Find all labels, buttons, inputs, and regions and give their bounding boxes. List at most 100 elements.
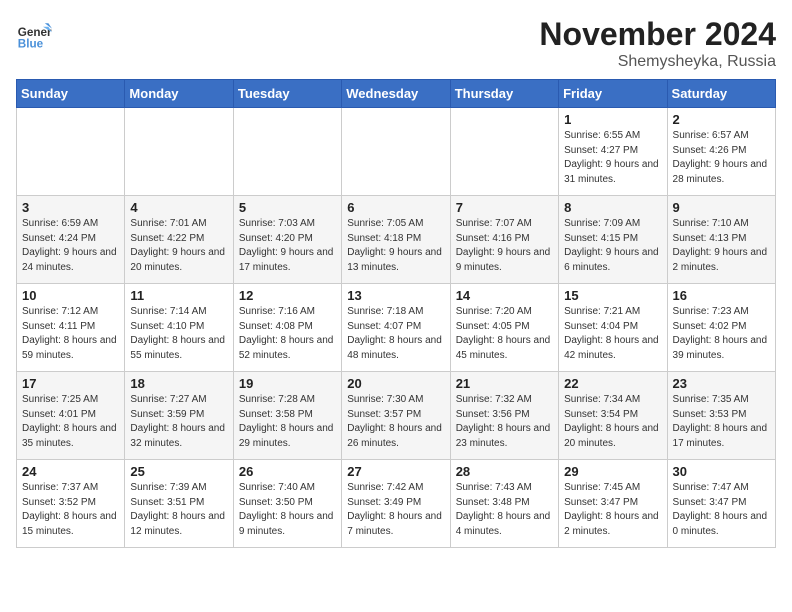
day-info: Sunrise: 7:18 AM Sunset: 4:07 PM Dayligh… [347, 305, 444, 363]
day-header-monday: Monday [125, 80, 233, 108]
day-number: 9 [673, 200, 770, 215]
calendar-cell: 5 Sunrise: 7:03 AM Sunset: 4:20 PM Daylig… [233, 196, 341, 284]
day-header-sunday: Sunday [17, 80, 125, 108]
day-info: Sunrise: 7:23 AM Sunset: 4:02 PM Dayligh… [673, 305, 770, 363]
calendar-cell: 28 Sunrise: 7:43 AM Sunset: 3:48 PM Dayli… [450, 460, 558, 548]
day-info: Sunrise: 7:16 AM Sunset: 4:08 PM Dayligh… [239, 305, 336, 363]
week-row-5: 24 Sunrise: 7:37 AM Sunset: 3:52 PM Dayli… [17, 460, 776, 548]
location-subtitle: Shemysheyka, Russia [539, 53, 776, 71]
day-info: Sunrise: 7:35 AM Sunset: 3:53 PM Dayligh… [673, 393, 770, 451]
day-info: Sunrise: 7:14 AM Sunset: 4:10 PM Dayligh… [130, 305, 227, 363]
day-info: Sunrise: 7:47 AM Sunset: 3:47 PM Dayligh… [673, 481, 770, 539]
calendar-cell: 12 Sunrise: 7:16 AM Sunset: 4:08 PM Dayli… [233, 284, 341, 372]
day-number: 12 [239, 288, 336, 303]
day-info: Sunrise: 7:43 AM Sunset: 3:48 PM Dayligh… [456, 481, 553, 539]
title-block: November 2024 Shemysheyka, Russia [539, 16, 776, 71]
day-info: Sunrise: 7:34 AM Sunset: 3:54 PM Dayligh… [564, 393, 661, 451]
day-info: Sunrise: 7:01 AM Sunset: 4:22 PM Dayligh… [130, 217, 227, 275]
day-info: Sunrise: 7:28 AM Sunset: 3:58 PM Dayligh… [239, 393, 336, 451]
day-info: Sunrise: 7:05 AM Sunset: 4:18 PM Dayligh… [347, 217, 444, 275]
day-number: 15 [564, 288, 661, 303]
day-number: 18 [130, 376, 227, 391]
day-info: Sunrise: 7:37 AM Sunset: 3:52 PM Dayligh… [22, 481, 119, 539]
calendar-cell [450, 108, 558, 196]
week-row-2: 3 Sunrise: 6:59 AM Sunset: 4:24 PM Daylig… [17, 196, 776, 284]
day-info: Sunrise: 7:39 AM Sunset: 3:51 PM Dayligh… [130, 481, 227, 539]
day-header-thursday: Thursday [450, 80, 558, 108]
day-number: 7 [456, 200, 553, 215]
day-number: 19 [239, 376, 336, 391]
day-number: 5 [239, 200, 336, 215]
day-info: Sunrise: 7:42 AM Sunset: 3:49 PM Dayligh… [347, 481, 444, 539]
day-number: 20 [347, 376, 444, 391]
calendar-cell: 17Sunrise: 7:25 AM Sunset: 4:01 PM Dayli… [17, 372, 125, 460]
day-number: 11 [130, 288, 227, 303]
day-number: 6 [347, 200, 444, 215]
calendar-cell: 14Sunrise: 7:20 AM Sunset: 4:05 PM Dayli… [450, 284, 558, 372]
calendar-cell: 1 Sunrise: 6:55 AM Sunset: 4:27 PM Daylig… [559, 108, 667, 196]
day-info: Sunrise: 7:25 AM Sunset: 4:01 PM Dayligh… [22, 393, 119, 451]
calendar-cell: 26 Sunrise: 7:40 AM Sunset: 3:50 PM Dayli… [233, 460, 341, 548]
day-number: 3 [22, 200, 119, 215]
calendar-cell: 6 Sunrise: 7:05 AM Sunset: 4:18 PM Daylig… [342, 196, 450, 284]
day-number: 27 [347, 464, 444, 479]
day-number: 26 [239, 464, 336, 479]
calendar-cell: 8Sunrise: 7:09 AM Sunset: 4:15 PM Daylig… [559, 196, 667, 284]
calendar-table: SundayMondayTuesdayWednesdayThursdayFrid… [16, 79, 776, 548]
day-number: 8 [564, 200, 661, 215]
day-number: 22 [564, 376, 661, 391]
day-number: 4 [130, 200, 227, 215]
calendar-cell: 27 Sunrise: 7:42 AM Sunset: 3:49 PM Dayli… [342, 460, 450, 548]
calendar-cell [17, 108, 125, 196]
day-info: Sunrise: 7:10 AM Sunset: 4:13 PM Dayligh… [673, 217, 770, 275]
day-info: Sunrise: 6:57 AM Sunset: 4:26 PM Dayligh… [673, 129, 770, 187]
day-header-tuesday: Tuesday [233, 80, 341, 108]
calendar-header: SundayMondayTuesdayWednesdayThursdayFrid… [17, 80, 776, 108]
day-number: 23 [673, 376, 770, 391]
calendar-cell: 21 Sunrise: 7:32 AM Sunset: 3:56 PM Dayli… [450, 372, 558, 460]
day-number: 1 [564, 112, 661, 127]
day-header-wednesday: Wednesday [342, 80, 450, 108]
calendar-cell: 15 Sunrise: 7:21 AM Sunset: 4:04 PM Dayli… [559, 284, 667, 372]
day-info: Sunrise: 7:45 AM Sunset: 3:47 PM Dayligh… [564, 481, 661, 539]
calendar-cell [125, 108, 233, 196]
day-info: Sunrise: 7:21 AM Sunset: 4:04 PM Dayligh… [564, 305, 661, 363]
month-title: November 2024 [539, 16, 776, 53]
day-number: 10 [22, 288, 119, 303]
calendar-cell: 19 Sunrise: 7:28 AM Sunset: 3:58 PM Dayli… [233, 372, 341, 460]
day-number: 28 [456, 464, 553, 479]
calendar-cell: 23 Sunrise: 7:35 AM Sunset: 3:53 PM Dayli… [667, 372, 775, 460]
calendar-cell: 24 Sunrise: 7:37 AM Sunset: 3:52 PM Dayli… [17, 460, 125, 548]
calendar-cell [342, 108, 450, 196]
logo: General Blue [16, 16, 52, 52]
day-number: 2 [673, 112, 770, 127]
day-number: 21 [456, 376, 553, 391]
day-info: Sunrise: 6:59 AM Sunset: 4:24 PM Dayligh… [22, 217, 119, 275]
day-header-saturday: Saturday [667, 80, 775, 108]
calendar-cell: 18 Sunrise: 7:27 AM Sunset: 3:59 PM Dayli… [125, 372, 233, 460]
day-info: Sunrise: 7:03 AM Sunset: 4:20 PM Dayligh… [239, 217, 336, 275]
calendar-cell: 2 Sunrise: 6:57 AM Sunset: 4:26 PM Daylig… [667, 108, 775, 196]
week-row-4: 17Sunrise: 7:25 AM Sunset: 4:01 PM Dayli… [17, 372, 776, 460]
calendar-cell: 13Sunrise: 7:18 AM Sunset: 4:07 PM Dayli… [342, 284, 450, 372]
day-info: Sunrise: 7:07 AM Sunset: 4:16 PM Dayligh… [456, 217, 553, 275]
calendar-cell: 29Sunrise: 7:45 AM Sunset: 3:47 PM Dayli… [559, 460, 667, 548]
week-row-3: 10Sunrise: 7:12 AM Sunset: 4:11 PM Dayli… [17, 284, 776, 372]
day-info: Sunrise: 7:32 AM Sunset: 3:56 PM Dayligh… [456, 393, 553, 451]
calendar-cell [233, 108, 341, 196]
day-number: 25 [130, 464, 227, 479]
calendar-cell: 22 Sunrise: 7:34 AM Sunset: 3:54 PM Dayli… [559, 372, 667, 460]
day-number: 16 [673, 288, 770, 303]
calendar-cell: 7 Sunrise: 7:07 AM Sunset: 4:16 PM Daylig… [450, 196, 558, 284]
calendar-cell: 3 Sunrise: 6:59 AM Sunset: 4:24 PM Daylig… [17, 196, 125, 284]
calendar-cell: 9 Sunrise: 7:10 AM Sunset: 4:13 PM Daylig… [667, 196, 775, 284]
logo-icon: General Blue [16, 16, 52, 52]
calendar-cell: 30Sunrise: 7:47 AM Sunset: 3:47 PM Dayli… [667, 460, 775, 548]
day-info: Sunrise: 6:55 AM Sunset: 4:27 PM Dayligh… [564, 129, 661, 187]
calendar-cell: 20 Sunrise: 7:30 AM Sunset: 3:57 PM Dayli… [342, 372, 450, 460]
calendar-cell: 11 Sunrise: 7:14 AM Sunset: 4:10 PM Dayli… [125, 284, 233, 372]
day-info: Sunrise: 7:27 AM Sunset: 3:59 PM Dayligh… [130, 393, 227, 451]
day-info: Sunrise: 7:40 AM Sunset: 3:50 PM Dayligh… [239, 481, 336, 539]
day-number: 24 [22, 464, 119, 479]
day-info: Sunrise: 7:30 AM Sunset: 3:57 PM Dayligh… [347, 393, 444, 451]
